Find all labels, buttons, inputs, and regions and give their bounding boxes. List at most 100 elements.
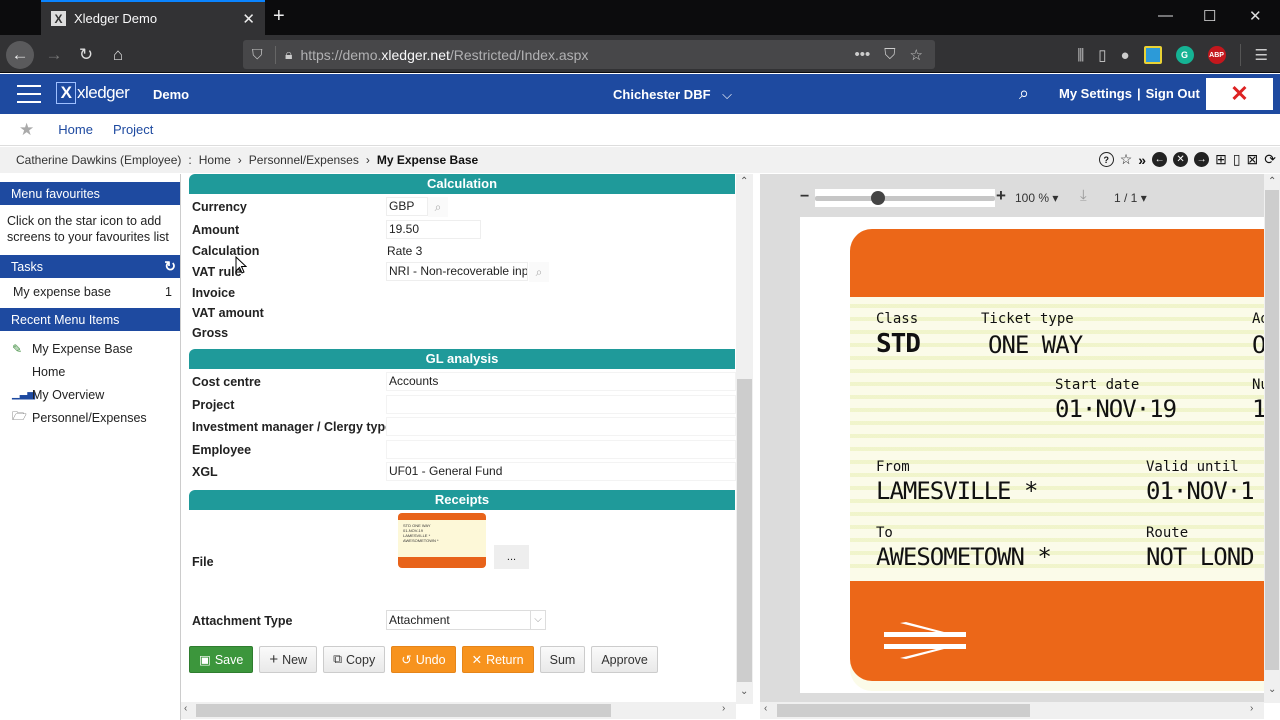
approve-button[interactable]: Approve (591, 646, 658, 673)
xgl-input[interactable]: UF01 - General Fund (386, 462, 736, 481)
page-selector[interactable]: 1 / 1 ▾ (1114, 191, 1147, 205)
scroll-left-icon[interactable]: ‹ (764, 703, 767, 714)
close-tab-icon[interactable]: ✕ (242, 10, 255, 28)
fav-link-home[interactable]: Home (58, 122, 93, 137)
new-tab-icon[interactable]: + (273, 5, 285, 28)
zoom-slider[interactable] (815, 189, 995, 207)
close-circle-icon[interactable]: ✕ (1173, 152, 1189, 167)
new-button[interactable]: + New (259, 646, 318, 673)
form-horizontal-scrollbar[interactable]: ‹ › (181, 702, 736, 719)
recent-item[interactable]: ▁▃▅ My Overview (12, 383, 180, 406)
scroll-up-icon[interactable]: ⌃ (740, 176, 748, 187)
reload-icon[interactable]: ↻ (72, 41, 100, 69)
attachment-type-select[interactable]: Attachment ⌵ (386, 610, 546, 630)
account-icon[interactable]: ● (1120, 47, 1129, 64)
project-input[interactable] (386, 395, 736, 414)
library-icon[interactable]: ⫼ (1077, 47, 1084, 64)
app-header: X xledger Demo Chichester DBF ⌵ ⌕ My Set… (0, 74, 1280, 114)
sign-out-link[interactable]: Sign Out (1146, 86, 1200, 101)
undo-button[interactable]: ↺ Undo (391, 646, 456, 673)
investment-manager-input[interactable] (386, 417, 736, 436)
scroll-down-icon[interactable]: ⌄ (1268, 684, 1276, 695)
download-icon[interactable]: ⤓ (1080, 187, 1087, 204)
my-settings-link[interactable]: My Settings (1059, 86, 1132, 101)
recent-item[interactable]: 🗁︎ Personnel/Expenses (12, 406, 180, 429)
lock-icon[interactable]: 🔒︎ (285, 46, 292, 63)
return-button[interactable]: ✕ Return (461, 646, 534, 673)
window-close-icon[interactable]: ✕ (1249, 7, 1262, 25)
cost-centre-input[interactable]: Accounts (386, 372, 736, 391)
minimize-icon[interactable]: — (1158, 7, 1173, 24)
back-icon[interactable]: ← (6, 41, 34, 69)
scroll-up-icon[interactable]: ⌃ (1268, 176, 1276, 187)
breadcrumb-chevron-icon: › (365, 153, 370, 167)
breadcrumb-home[interactable]: Home (199, 153, 231, 167)
previous-icon[interactable]: ← (1152, 152, 1168, 167)
scrollbar-thumb[interactable] (777, 704, 1030, 717)
form-vertical-scrollbar[interactable]: ⌃ ⌄ (736, 174, 753, 704)
fav-link-project[interactable]: Project (113, 122, 153, 137)
adblock-icon[interactable]: ABP (1207, 46, 1226, 64)
browser-menu-icon[interactable]: ☰ (1255, 46, 1268, 64)
scrollbar-thumb[interactable] (737, 379, 752, 682)
hamburger-menu-icon[interactable] (17, 85, 41, 103)
scroll-left-icon[interactable]: ‹ (184, 703, 187, 714)
scroll-down-icon[interactable]: ⌄ (740, 686, 748, 697)
ticket-class-value: STD (876, 329, 921, 359)
pocket-icon[interactable]: ⛉ (884, 46, 895, 64)
page-actions-icon[interactable]: ••• (855, 46, 871, 64)
action-buttons: ▣ Save + New ⧉ Copy ↺ Undo ✕ Return Sum Appro… (189, 646, 658, 673)
browser-tab[interactable]: X Xledger Demo ✕ (41, 0, 265, 35)
receipt-thumbnail[interactable]: STD ONE WAY 01-NOV-19 LAMESVILLE * AWESOMET… (398, 513, 486, 568)
next-icon[interactable]: → (1194, 152, 1210, 167)
vat-rule-lookup-icon[interactable]: ⌕ (529, 262, 549, 282)
zoom-in-icon[interactable]: + (996, 186, 1006, 206)
copy-button[interactable]: ⧉ Copy (323, 646, 386, 673)
maximize-icon[interactable]: ☐ (1203, 7, 1216, 25)
task-item[interactable]: My expense base 1 (0, 278, 180, 306)
favorite-star-icon[interactable]: ☆ (1120, 151, 1133, 168)
sidebar-icon[interactable]: ▯ (1098, 46, 1106, 64)
home-icon[interactable]: ⌂ (104, 41, 132, 69)
excel-export-icon[interactable]: ⊠ (1247, 151, 1259, 168)
scrollbar-thumb[interactable] (196, 704, 611, 717)
viewer-horizontal-scrollbar[interactable]: ‹ › (760, 702, 1264, 719)
forward-icon[interactable]: → (40, 41, 68, 69)
amount-input[interactable]: 19.50 (386, 220, 481, 239)
tracking-shield-icon[interactable]: ⛉ (252, 46, 266, 63)
currency-lookup-icon[interactable]: ⌕ (428, 197, 448, 217)
hierarchy-icon[interactable]: ⊞ (1215, 151, 1227, 168)
help-icon[interactable]: ? (1098, 152, 1114, 167)
scroll-right-icon[interactable]: › (722, 703, 725, 714)
url-bar[interactable]: ⛉ 🔒︎ https://demo. xledger.net/Restricted… (243, 40, 935, 69)
save-button[interactable]: ▣ Save (189, 646, 254, 673)
favorite-star-icon[interactable]: ★ (19, 120, 34, 140)
currency-input[interactable]: GBP (386, 197, 428, 216)
fast-forward-icon[interactable]: » (1138, 152, 1146, 168)
grammarly-icon[interactable]: G (1175, 46, 1194, 64)
search-icon[interactable]: ⌕ (1019, 83, 1029, 104)
breadcrumb-personnel[interactable]: Personnel/Expenses (249, 153, 359, 167)
bookmark-star-icon[interactable]: ☆ (910, 46, 923, 64)
scroll-right-icon[interactable]: › (1250, 703, 1253, 714)
zoom-level-dropdown[interactable]: 100 % ▾ (1015, 191, 1058, 205)
national-rail-logo-icon (884, 622, 966, 659)
scrollbar-thumb[interactable] (1265, 190, 1279, 670)
browse-file-button[interactable]: ... (494, 545, 529, 569)
vat-rule-input[interactable]: NRI - Non-recoverable inp (386, 262, 528, 281)
zoom-slider-handle[interactable] (871, 191, 885, 205)
document-icon[interactable]: ▯ (1233, 151, 1241, 168)
extension-icon[interactable] (1143, 46, 1162, 64)
breadcrumb-chevron-icon: › (237, 153, 242, 167)
employee-input[interactable] (386, 440, 736, 459)
sum-button[interactable]: Sum (539, 646, 586, 673)
viewer-vertical-scrollbar[interactable]: ⌃ ⌄ (1264, 174, 1280, 703)
recent-item-label: Personnel/Expenses (32, 410, 147, 425)
company-selector[interactable]: Chichester DBF ⌵ (613, 87, 732, 103)
zoom-out-icon[interactable]: − (800, 188, 809, 206)
refresh-icon[interactable]: ⟳ (1264, 151, 1276, 168)
recent-item[interactable]: ✎ My Expense Base (12, 337, 180, 360)
recent-item[interactable]: Home (12, 360, 180, 383)
refresh-tasks-icon[interactable]: ↻ (164, 258, 176, 275)
xledger-logo[interactable]: X xledger (56, 82, 130, 104)
